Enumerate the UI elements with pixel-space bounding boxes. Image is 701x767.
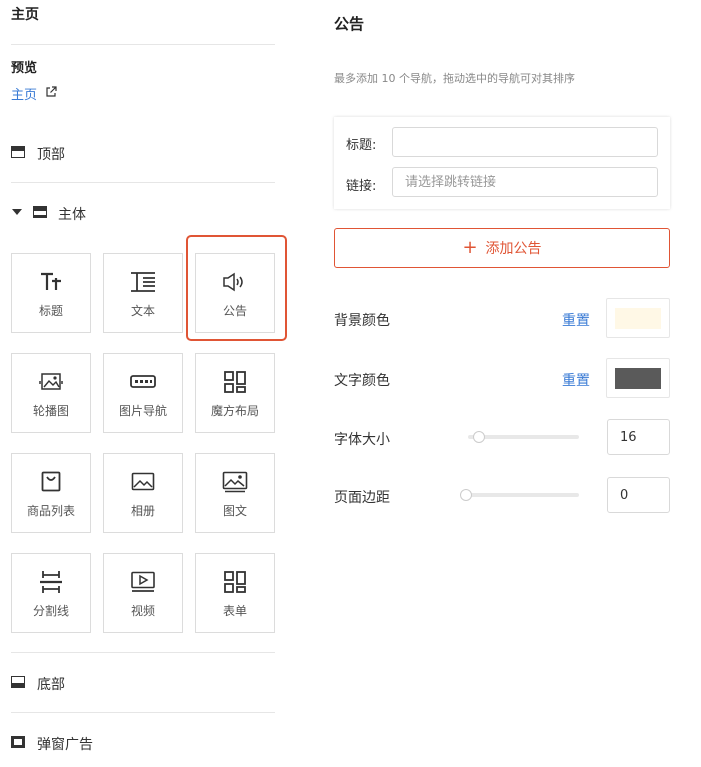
divider bbox=[11, 712, 275, 713]
add-announcement-button[interactable]: + 添加公告 bbox=[334, 228, 670, 268]
font-size-slider-handle[interactable] bbox=[473, 431, 485, 443]
component-image-nav[interactable]: 图片导航 bbox=[103, 353, 183, 433]
image-text-icon bbox=[196, 470, 274, 494]
section-top-label: 顶部 bbox=[37, 147, 65, 163]
announcement-item-card: 标题: 链接: bbox=[334, 117, 670, 209]
bottom-section-icon bbox=[11, 676, 25, 688]
component-announcement[interactable]: 公告 bbox=[195, 253, 275, 333]
announcement-icon bbox=[196, 270, 274, 294]
top-section-icon bbox=[11, 146, 25, 158]
component-label: 表单 bbox=[222, 604, 247, 618]
bg-color-label: 背景颜色 bbox=[334, 313, 390, 329]
bg-color-picker[interactable] bbox=[606, 298, 670, 338]
text-color-swatch bbox=[615, 368, 661, 389]
component-label: 文本 bbox=[130, 304, 155, 318]
section-main-label: 主体 bbox=[58, 207, 86, 223]
carousel-icon bbox=[12, 370, 90, 394]
component-label: 相册 bbox=[130, 504, 155, 518]
component-video[interactable]: 视频 bbox=[103, 553, 183, 633]
component-image-text[interactable]: 图文 bbox=[195, 453, 275, 533]
component-carousel[interactable]: 轮播图 bbox=[11, 353, 91, 433]
cube-layout-icon bbox=[196, 370, 274, 394]
section-popup[interactable]: 弹窗广告 bbox=[11, 734, 275, 754]
divider-icon bbox=[12, 570, 90, 594]
component-product-list[interactable]: 商品列表 bbox=[11, 453, 91, 533]
font-size-label: 字体大小 bbox=[334, 432, 390, 448]
main-section-icon bbox=[33, 206, 47, 218]
page-margin-input[interactable] bbox=[607, 477, 670, 513]
component-title[interactable]: 标题 bbox=[11, 253, 91, 333]
preview-link-text[interactable]: 主页 bbox=[11, 84, 37, 103]
section-top[interactable]: 顶部 bbox=[11, 144, 275, 164]
caret-down-icon[interactable] bbox=[12, 206, 22, 221]
section-main[interactable]: 主体 bbox=[11, 204, 275, 224]
component-label: 魔方布局 bbox=[210, 404, 259, 418]
section-popup-label: 弹窗广告 bbox=[37, 737, 93, 753]
title-field-label: 标题: bbox=[346, 138, 377, 153]
page-margin-slider-handle[interactable] bbox=[460, 489, 472, 501]
component-label: 分割线 bbox=[32, 604, 69, 618]
component-label: 标题 bbox=[38, 304, 63, 318]
album-icon bbox=[104, 470, 182, 494]
page-margin-label: 页面边距 bbox=[334, 490, 390, 506]
section-bottom-label: 底部 bbox=[37, 677, 65, 693]
component-label: 视频 bbox=[130, 604, 155, 618]
component-label: 轮播图 bbox=[32, 404, 69, 418]
component-label: 图文 bbox=[222, 504, 247, 518]
product-list-icon bbox=[12, 470, 90, 494]
section-bottom[interactable]: 底部 bbox=[11, 674, 275, 694]
preview-label: 预览 bbox=[11, 61, 38, 76]
bg-color-reset-link[interactable]: 重置 bbox=[562, 310, 590, 330]
component-form[interactable]: 表单 bbox=[195, 553, 275, 633]
component-text[interactable]: 文本 bbox=[103, 253, 183, 333]
panel-title: 公告 bbox=[334, 15, 365, 33]
preview-link[interactable]: 主页 bbox=[11, 84, 57, 103]
component-label: 图片导航 bbox=[118, 404, 167, 418]
text-color-reset-link[interactable]: 重置 bbox=[562, 370, 590, 390]
text-icon bbox=[104, 270, 182, 294]
link-field-label: 链接: bbox=[346, 179, 377, 194]
component-cube-layout[interactable]: 魔方布局 bbox=[195, 353, 275, 433]
divider bbox=[11, 652, 275, 653]
popup-section-icon bbox=[11, 736, 25, 748]
divider bbox=[11, 44, 275, 45]
text-color-label: 文字颜色 bbox=[334, 373, 390, 389]
image-nav-icon bbox=[104, 370, 182, 394]
component-label: 公告 bbox=[222, 304, 247, 318]
component-album[interactable]: 相册 bbox=[103, 453, 183, 533]
text-color-picker[interactable] bbox=[606, 358, 670, 398]
font-size-input[interactable] bbox=[607, 419, 670, 455]
external-link-icon[interactable] bbox=[45, 85, 57, 102]
add-announcement-label: 添加公告 bbox=[485, 241, 542, 257]
divider bbox=[11, 182, 275, 183]
component-divider[interactable]: 分割线 bbox=[11, 553, 91, 633]
plus-icon: + bbox=[462, 237, 478, 258]
title-icon bbox=[12, 270, 90, 294]
form-icon bbox=[196, 570, 274, 594]
video-icon bbox=[104, 570, 182, 594]
page-margin-slider[interactable] bbox=[462, 493, 579, 497]
title-input[interactable] bbox=[392, 127, 658, 157]
bg-color-swatch bbox=[615, 308, 661, 329]
hint-text: 最多添加 10 个导航，拖动选中的导航可对其排序 bbox=[334, 72, 575, 85]
home-title: 主页 bbox=[11, 7, 39, 23]
component-label: 商品列表 bbox=[26, 504, 75, 518]
link-select-input[interactable] bbox=[392, 167, 658, 197]
